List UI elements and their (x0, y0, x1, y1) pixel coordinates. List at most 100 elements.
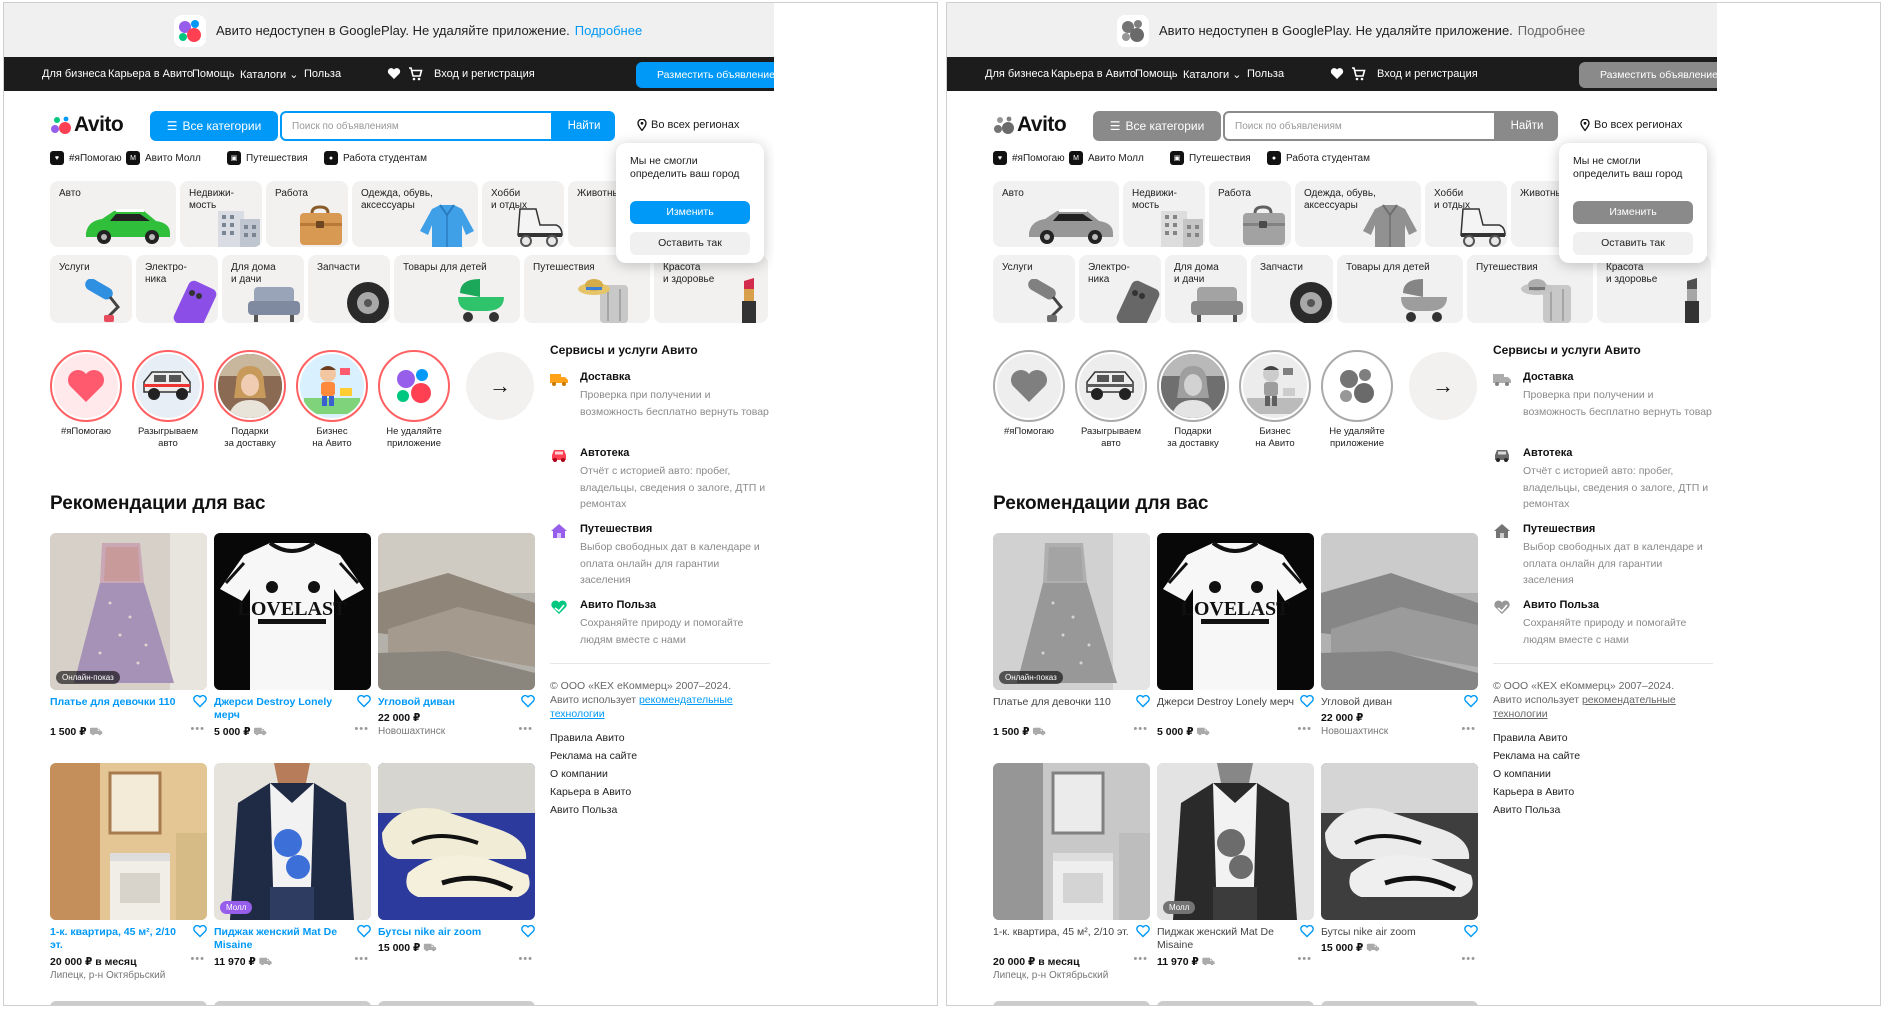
nav-benefit[interactable]: Польза (304, 68, 341, 80)
story-car-giveaway[interactable]: Разыгрываем авто (1073, 350, 1149, 450)
post-ad-button[interactable]: Разместить объявление (1579, 62, 1717, 88)
listing-title[interactable]: Платье для девочки 110 (993, 696, 1133, 709)
quicklink-help[interactable]: ♥ #яПомогаю (993, 151, 1065, 165)
more-options-icon[interactable]: ••• (1133, 723, 1148, 735)
listing-photo[interactable]: LOVELAST (1157, 533, 1314, 690)
category-hobby[interactable]: Хобби и отдых (1425, 181, 1507, 247)
more-options-icon[interactable]: ••• (1133, 953, 1148, 965)
quicklink-students[interactable]: ● Работа студентам (1267, 151, 1370, 165)
category-beauty[interactable]: Красота и здоровье (1597, 255, 1711, 323)
favorite-heart-icon[interactable] (1464, 924, 1478, 938)
search-button[interactable]: Найти (1496, 111, 1558, 141)
story-dont-delete-app[interactable]: Не удаляйте приложение (376, 350, 452, 450)
more-options-icon[interactable]: ••• (1461, 953, 1476, 965)
category-parts[interactable]: Запчасти (308, 255, 390, 323)
category-home[interactable]: Для дома и дачи (1165, 255, 1247, 323)
favorite-heart-icon[interactable] (521, 924, 535, 938)
more-options-icon[interactable]: ••• (518, 723, 533, 735)
favorite-heart-icon[interactable] (1136, 694, 1150, 708)
listing-photo[interactable] (50, 763, 207, 920)
more-options-icon[interactable]: ••• (518, 953, 533, 965)
listing-photo[interactable] (993, 763, 1150, 920)
listing-card[interactable]: Онлайн-показ Платье для девочки 110 1 50… (993, 533, 1150, 738)
nav-help[interactable]: Помощь (192, 68, 235, 80)
quicklink-travel[interactable]: ▣ Путешествия (227, 151, 308, 165)
more-options-icon[interactable]: ••• (354, 723, 369, 735)
story-help[interactable]: #яПомогаю (48, 350, 124, 438)
favorite-heart-icon[interactable] (193, 694, 207, 708)
avito-logo[interactable]: Avito (993, 113, 1067, 137)
all-categories-button[interactable]: ☰ Все категории (150, 111, 278, 141)
favorite-heart-icon[interactable] (1300, 694, 1314, 708)
stories-next-button[interactable]: → (466, 352, 534, 420)
more-options-icon[interactable]: ••• (1297, 953, 1312, 965)
avito-logo[interactable]: Avito (50, 113, 124, 137)
category-jobs[interactable]: Работа (1209, 181, 1291, 247)
story-car-giveaway[interactable]: Разыгрываем авто (130, 350, 206, 450)
favorite-heart-icon[interactable] (357, 694, 371, 708)
category-parts[interactable]: Запчасти (1251, 255, 1333, 323)
story-dont-delete-app[interactable]: Не удаляйте приложение (1319, 350, 1395, 450)
nav-help[interactable]: Помощь (1135, 68, 1178, 80)
category-clothes[interactable]: Одежда, обувь, аксессуары (1295, 181, 1421, 247)
story-delivery-gifts[interactable]: Подарки за доставку (1155, 350, 1231, 450)
listing-card[interactable]: Молл Пиджак женский Mat De Misaine 11 97… (1157, 763, 1314, 968)
listing-photo[interactable]: Онлайн-показ (993, 533, 1150, 690)
listing-title[interactable]: Пиджак женский Mat De Misaine (1157, 926, 1297, 952)
favorite-heart-icon[interactable] (357, 924, 371, 938)
nav-login[interactable]: Вход и регистрация (1377, 68, 1478, 80)
favorite-heart-icon[interactable] (521, 694, 535, 708)
footer-link-rules[interactable]: Правила Авито (1493, 731, 1568, 745)
footer-link-benefit[interactable]: Авито Польза (550, 803, 617, 817)
story-business[interactable]: Бизнес на Авито (1237, 350, 1313, 450)
listing-card[interactable]: Бутсы nike air zoom 15 000 ₽ ⛟ ••• (1321, 763, 1478, 965)
listing-title[interactable]: Джерси Destroy Lonely мерч (1157, 696, 1297, 709)
nav-login[interactable]: Вход и регистрация (434, 68, 535, 80)
listing-card[interactable]: 1-к. квартира, 45 м², 2/10 эт. 20 000 ₽ … (50, 763, 207, 981)
story-help[interactable]: #яПомогаю (991, 350, 1067, 438)
listing-title[interactable]: Бутсы nike air zoom (1321, 926, 1461, 939)
nav-benefit[interactable]: Польза (1247, 68, 1284, 80)
category-jobs[interactable]: Работа (266, 181, 348, 247)
listing-card[interactable]: Онлайн-показ Платье для девочки 110 1 50… (50, 533, 207, 738)
footer-link-ads[interactable]: Реклама на сайте (550, 749, 637, 763)
more-options-icon[interactable]: ••• (1297, 723, 1312, 735)
more-options-icon[interactable]: ••• (190, 953, 205, 965)
favorite-heart-icon[interactable] (193, 924, 207, 938)
region-selector[interactable]: Во всех регионах (637, 119, 739, 131)
listing-card[interactable]: Угловой диван 22 000 ₽ Новошахтинск ••• (1321, 533, 1478, 737)
listing-photo[interactable] (1321, 533, 1478, 690)
listing-photo[interactable]: LOVELAST (214, 533, 371, 690)
footer-link-benefit[interactable]: Авито Польза (1493, 803, 1560, 817)
footer-link-rules[interactable]: Правила Авито (550, 731, 625, 745)
nav-career[interactable]: Карьера в Авито (108, 68, 193, 80)
nav-career[interactable]: Карьера в Авито (1051, 68, 1136, 80)
listing-title[interactable]: 1-к. квартира, 45 м², 2/10 эт. (993, 926, 1133, 939)
nav-catalogs[interactable]: Каталоги ⌄ (240, 68, 298, 81)
favorite-heart-icon[interactable] (1136, 924, 1150, 938)
change-city-button[interactable]: Изменить (630, 201, 750, 224)
all-categories-button[interactable]: ☰ Все категории (1093, 111, 1221, 141)
listing-title[interactable]: Платье для девочки 110 (50, 696, 190, 709)
story-delivery-gifts[interactable]: Подарки за доставку (212, 350, 288, 450)
category-travel[interactable]: Путешествия (1467, 255, 1593, 323)
listing-card[interactable]: Угловой диван 22 000 ₽ Новошахтинск ••• (378, 533, 535, 737)
category-services[interactable]: Услуги (993, 255, 1075, 323)
category-travel[interactable]: Путешествия (524, 255, 650, 323)
category-realty[interactable]: Недвижи- мость (1123, 181, 1205, 247)
quicklink-travel[interactable]: ▣ Путешествия (1170, 151, 1251, 165)
region-selector[interactable]: Во всех регионах (1580, 119, 1682, 131)
quicklink-help[interactable]: ♥ #яПомогаю (50, 151, 122, 165)
stories-next-button[interactable]: → (1409, 352, 1477, 420)
listing-photo[interactable]: Молл (214, 763, 371, 920)
footer-link-career[interactable]: Карьера в Авито (1493, 785, 1574, 799)
favorites-heart-icon[interactable] (387, 67, 401, 80)
footer-link-about[interactable]: О компании (1493, 767, 1551, 781)
more-options-icon[interactable]: ••• (190, 723, 205, 735)
quicklink-mall[interactable]: M Авито Молл (1069, 151, 1144, 165)
search-input[interactable]: Поиск по объявлениям (280, 111, 553, 141)
change-city-button[interactable]: Изменить (1573, 201, 1693, 224)
favorite-heart-icon[interactable] (1300, 924, 1314, 938)
nav-catalogs[interactable]: Каталоги ⌄ (1183, 68, 1241, 81)
listing-photo[interactable]: Онлайн-показ (50, 533, 207, 690)
